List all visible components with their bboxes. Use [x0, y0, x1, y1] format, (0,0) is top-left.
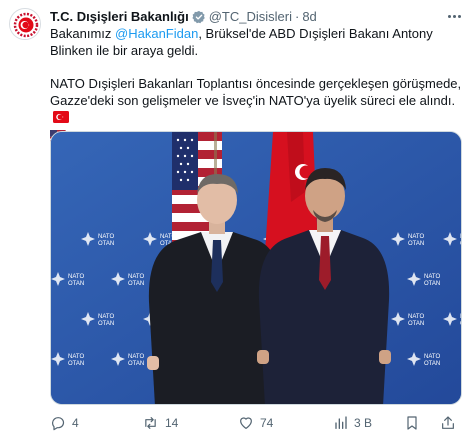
svg-text:NATO: NATO	[460, 314, 462, 320]
tweet[interactable]: T.C. Dışişleri Bakanlığı @TC_Disisleri ·…	[0, 0, 474, 441]
text-prefix: Bakanımız	[50, 26, 116, 41]
share-button[interactable]	[440, 413, 456, 433]
svg-text:OTAN: OTAN	[424, 281, 440, 287]
svg-text:NATO: NATO	[98, 314, 114, 320]
like-icon	[240, 417, 252, 429]
action-bar: 4 14 74 3 B	[50, 413, 466, 433]
repost-icon	[145, 417, 156, 429]
repost-button[interactable]: 14	[142, 413, 178, 433]
like-count: 74	[260, 416, 274, 430]
svg-text:NATO: NATO	[68, 354, 84, 360]
views-count: 3 B	[354, 416, 373, 430]
svg-text:OTAN: OTAN	[460, 321, 462, 327]
tweet-header: T.C. Dışişleri Bakanlığı @TC_Disisleri ·…	[50, 9, 317, 25]
svg-text:NATO: NATO	[68, 274, 84, 280]
mention-link[interactable]: @HakanFidan	[115, 26, 198, 41]
svg-text:NATO: NATO	[424, 274, 440, 280]
svg-text:OTAN: OTAN	[68, 281, 84, 287]
svg-text:OTAN: OTAN	[128, 281, 144, 287]
bookmark-icon	[407, 416, 417, 430]
views-icon	[335, 416, 347, 429]
bookmark-button[interactable]	[404, 413, 420, 433]
svg-text:NATO: NATO	[424, 354, 440, 360]
author-handle[interactable]: @TC_Disisleri	[209, 9, 292, 25]
svg-text:OTAN: OTAN	[68, 361, 84, 367]
svg-text:OTAN: OTAN	[424, 361, 440, 367]
reply-button[interactable]: 4	[50, 413, 79, 433]
reply-count: 4	[72, 416, 79, 430]
paragraph-2-text: NATO Dışişleri Bakanları Toplantısı önce…	[50, 76, 462, 108]
svg-text:NATO: NATO	[128, 274, 144, 280]
timestamp[interactable]: 8d	[302, 9, 316, 25]
svg-text:OTAN: OTAN	[408, 241, 424, 247]
author-name[interactable]: T.C. Dışişleri Bakanlığı	[50, 9, 189, 25]
separator-dot: ·	[294, 9, 300, 24]
svg-text:NATO: NATO	[460, 234, 462, 240]
svg-text:OTAN: OTAN	[128, 361, 144, 367]
share-icon	[442, 416, 454, 429]
repost-count: 14	[165, 416, 179, 430]
avatar[interactable]	[9, 8, 41, 40]
svg-text:OTAN: OTAN	[98, 241, 114, 247]
tweet-text: Bakanımız @HakanFidan, Brüksel'de ABD Dı…	[50, 26, 466, 146]
svg-text:OTAN: OTAN	[460, 241, 462, 247]
tweet-photo[interactable]: NATO OTAN NATO OTAN NATO OTAN NATO OTAN NATO OTAN…	[50, 131, 462, 405]
svg-text:OTAN: OTAN	[408, 321, 424, 327]
svg-text:NATO: NATO	[408, 234, 424, 240]
svg-text:NATO: NATO	[408, 314, 424, 320]
like-button[interactable]: 74	[238, 413, 273, 433]
svg-text:OTAN: OTAN	[98, 321, 114, 327]
views-button[interactable]: 3 B	[332, 413, 372, 433]
reply-icon	[52, 417, 65, 431]
svg-text:NATO: NATO	[98, 234, 114, 240]
turkey-flag-icon	[53, 111, 69, 128]
tweet-paragraph-1: Bakanımız @HakanFidan, Brüksel'de ABD Dı…	[50, 26, 466, 59]
verified-badge-icon	[192, 10, 206, 24]
svg-text:NATO: NATO	[128, 354, 144, 360]
more-icon[interactable]	[444, 8, 464, 24]
